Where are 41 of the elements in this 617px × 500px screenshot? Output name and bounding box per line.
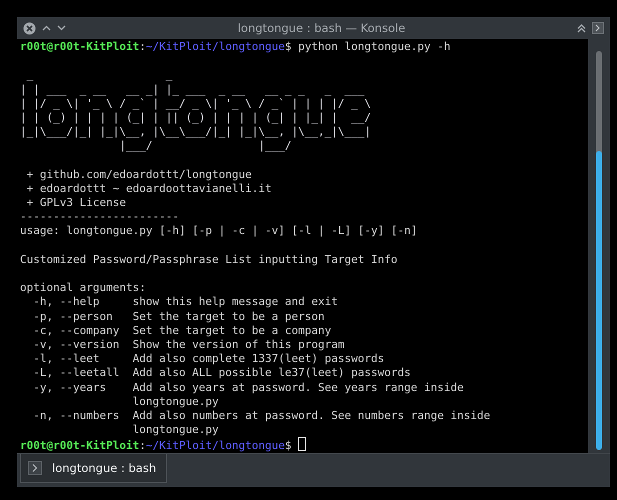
output-line: + edoardottt ~ edoardoottavianelli.it <box>26 182 272 195</box>
prompt-separator: : <box>139 439 146 452</box>
prompt-user: r00t@r00t-KitPloit <box>20 40 140 53</box>
terminal-icon[interactable] <box>592 22 604 34</box>
prompt-user: r00t@r00t-KitPloit <box>20 439 140 452</box>
close-icon[interactable] <box>23 22 36 34</box>
prompt-symbol: $ <box>284 40 292 53</box>
output-line: Customized Password/Passphrase List inputting Target Info <box>20 252 398 266</box>
prompt-path: ~/KitPloit/longtongue <box>146 40 285 53</box>
output-line: -l, --leet Add also complete 1337(leet) passwords <box>32 352 384 366</box>
output-line: optional arguments: <box>20 281 146 294</box>
ascii-art-line: |_|\___/|_| |_|\__, |\__\___/|_| |_|\__, |\__,_|\___| <box>20 125 371 138</box>
output-line: -y, --years Add also years at password. See years range inside <box>32 380 464 394</box>
output-line: usage: longtongue.py [-h] [-p | -c | -v] [-l | -L] [-y] [-n] <box>20 224 418 238</box>
terminal-icon <box>28 461 42 475</box>
output-line: + GPLv3 License <box>26 196 126 210</box>
ascii-art-line: | | (_) | | | | (_| | || (_) | | | | (_| | |_| | __/ <box>20 110 371 124</box>
output-line: longtongue.py <box>132 394 219 408</box>
output-line: ------------------------ <box>20 210 179 224</box>
output-line: -L, --leetall Add also ALL possible le37(leet) passwords <box>32 366 411 380</box>
output-line: -h, --help show this help message and exit <box>32 295 338 308</box>
caret-up-icon[interactable] <box>42 25 51 31</box>
prompt-path: ~/KitPloit/longtongue <box>146 439 285 452</box>
double-caret-up-icon[interactable] <box>577 24 586 32</box>
window-title: longtongue : bash — Konsole <box>236 21 406 35</box>
ascii-art-line: | | ___ _ __ __ _| |_ ___ _ __ __ _ _ _ ___ <box>20 82 364 96</box>
output-line: -n, --numbers Add also numbers at password. See numbers range inside <box>32 408 490 422</box>
command-text: python longtongue.py -h <box>297 40 450 53</box>
tab[interactable]: longtongue : bash <box>20 454 168 483</box>
prompt-separator: : <box>139 40 146 53</box>
scrollbar[interactable] <box>596 51 602 450</box>
ascii-art-line: |___/ |___/ <box>118 139 292 152</box>
prompt-symbol: $ <box>284 439 292 452</box>
output-line: + github.com/edoardottt/longtongue <box>26 168 252 181</box>
caret-down-icon[interactable] <box>57 25 66 31</box>
ascii-art-line: | |/ _ \| '_ \ / _` | __/ _ \| '_ \ / _` | | | |/ _ \ <box>20 96 371 110</box>
output-line: -c, --company Set the target to be a company <box>32 324 332 337</box>
output-line: longtongue.py <box>132 423 219 436</box>
output-line: -v, --version Show the version of this program <box>32 338 345 351</box>
output-line: -p, --person Set the target to be a person <box>32 310 325 323</box>
ascii-art-line: _ _ <box>26 68 172 82</box>
